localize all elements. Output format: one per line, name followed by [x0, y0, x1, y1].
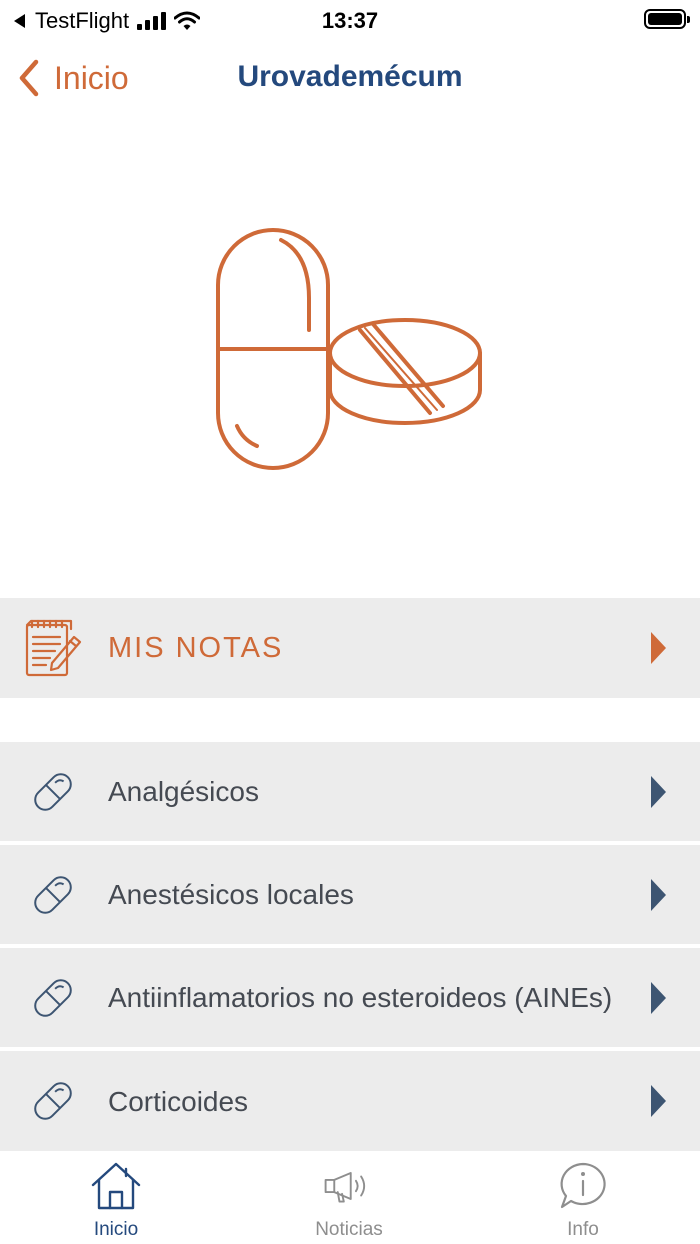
disclosure-arrow-icon	[651, 981, 666, 1014]
status-time: 13:37	[321, 8, 379, 33]
battery-icon	[644, 9, 690, 29]
page-title: Urovademécum	[237, 60, 463, 93]
disclosure-arrow-icon	[651, 1085, 666, 1117]
tab-bar: Inicio Noticias Info	[0, 1151, 700, 1244]
category-label: Anestésicos locales	[108, 879, 354, 910]
category-label: Corticoides	[108, 1085, 249, 1117]
my-notes-label: MIS NOTAS	[108, 631, 284, 664]
disclosure-arrow-icon	[651, 775, 666, 808]
category-row-analgesicos[interactable]: Analgésicos	[0, 742, 700, 841]
tab-inicio[interactable]: Inicio	[46, 1161, 186, 1241]
notepad-pencil-icon	[25, 619, 82, 677]
category-label: Analgésicos	[108, 776, 259, 807]
status-bar: TestFlight 13:37	[0, 0, 700, 40]
pill-icon	[34, 772, 72, 811]
tab-label: Noticias	[315, 1219, 383, 1240]
tab-info[interactable]: Info	[513, 1161, 653, 1241]
megaphone-icon	[324, 1172, 366, 1203]
tab-label: Inicio	[93, 1219, 139, 1240]
pills-illustration-icon	[216, 228, 482, 470]
info-bubble-icon	[560, 1162, 606, 1209]
disclosure-arrow-icon	[651, 632, 666, 664]
tab-noticias[interactable]: Noticias	[279, 1161, 419, 1241]
category-row-anestesicos-locales[interactable]: Anestésicos locales	[0, 845, 700, 944]
home-icon	[91, 1162, 141, 1210]
category-label: Antiinflamatorios no esteroideos (AINEs)	[108, 982, 613, 1013]
navigation-bar: Inicio Urovademécum	[0, 40, 700, 118]
pill-icon	[34, 875, 72, 914]
category-row-corticoides[interactable]: Corticoides	[0, 1051, 700, 1151]
pill-icon	[34, 1082, 72, 1120]
pill-icon	[34, 978, 72, 1017]
category-row-aines[interactable]: Antiinflamatorios no esteroideos (AINEs)	[0, 948, 700, 1047]
my-notes-row[interactable]: MIS NOTAS	[0, 598, 700, 698]
tab-label: Info	[567, 1219, 599, 1240]
disclosure-arrow-icon	[651, 878, 666, 911]
